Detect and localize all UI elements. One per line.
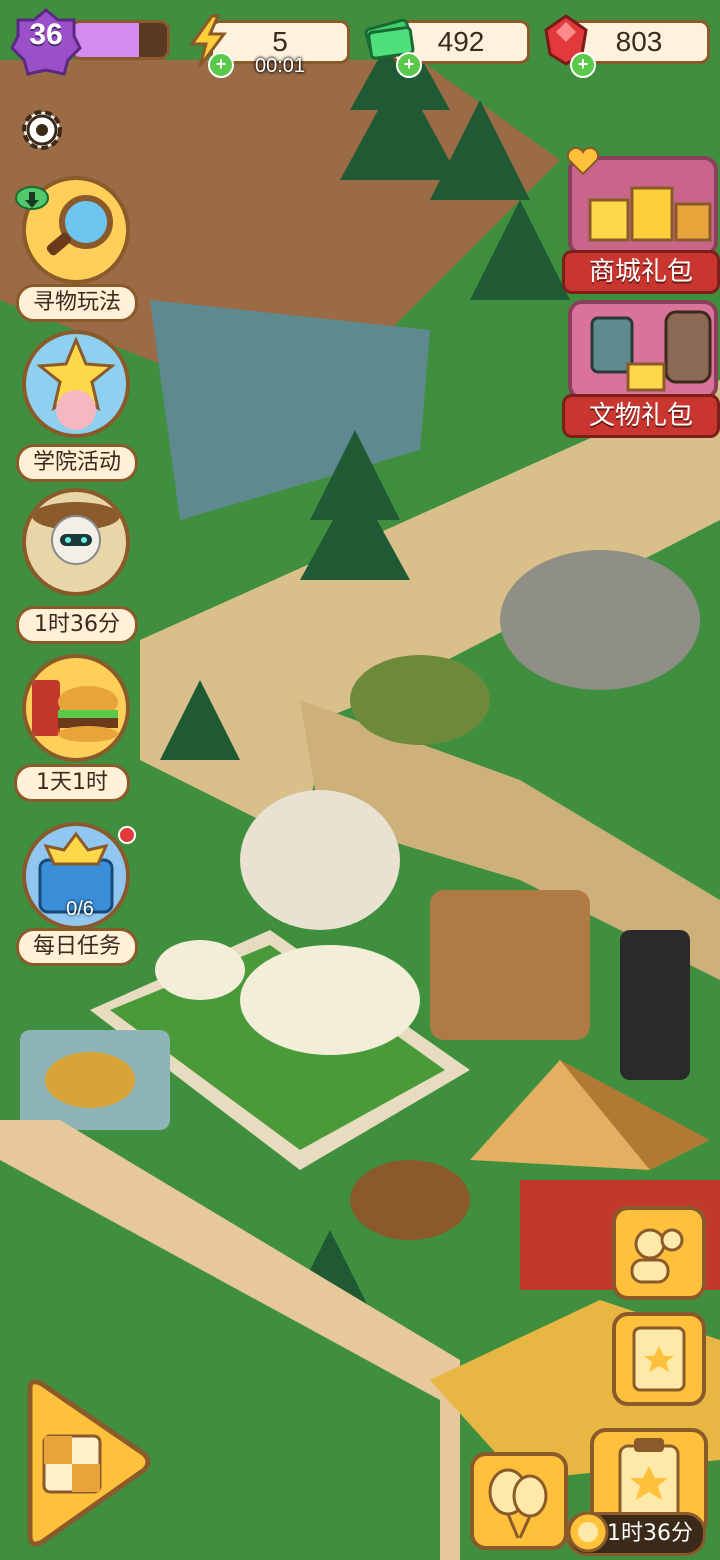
relic-pack-label: 文物礼包 [562, 394, 720, 438]
cash-value: 492 [437, 26, 485, 57]
friends-icon [630, 1228, 684, 1284]
side-item-label: 学院活动 [16, 444, 138, 482]
notification-dot [118, 826, 136, 844]
add-energy-button[interactable]: + [208, 52, 234, 78]
settings-gear-icon[interactable] [18, 106, 66, 154]
cloud-download-icon [15, 186, 49, 210]
side-item-label: 寻物玩法 [16, 284, 138, 322]
side-item-label: 每日任务 [16, 928, 138, 966]
star-character-icon [22, 330, 130, 438]
relic-gifts-icon [568, 300, 718, 400]
edit-mode-button[interactable] [20, 1378, 152, 1548]
burger-soda-icon [22, 654, 130, 762]
friends-button[interactable] [612, 1206, 706, 1300]
collection-book-button[interactable] [612, 1312, 706, 1406]
shop-pack-label: 商城礼包 [562, 250, 720, 294]
gold-coin-icon [567, 1511, 609, 1553]
energy-value: 5 [272, 26, 288, 57]
player-level: 36 [29, 18, 63, 51]
xp-progress-bar [70, 20, 170, 60]
add-cash-button[interactable]: + [396, 52, 422, 78]
balloons-icon [488, 1468, 548, 1539]
balloons-button[interactable] [470, 1452, 568, 1550]
book-icon [632, 1326, 686, 1392]
food-event-timer: 1天1时 [14, 764, 130, 802]
add-gem-button[interactable]: + [570, 52, 596, 78]
heart-badge-icon [566, 146, 600, 176]
gem-value: 803 [615, 26, 663, 57]
daily-task-progress: 0/6 [66, 898, 94, 920]
task-timer-text: 1时36分 [607, 1521, 693, 1546]
explorer-event-timer: 1时36分 [16, 606, 138, 644]
mummy-explorer-icon [22, 488, 130, 596]
xp-progress-fill [73, 23, 139, 57]
energy-refill-timer: 00:01 [254, 55, 306, 77]
